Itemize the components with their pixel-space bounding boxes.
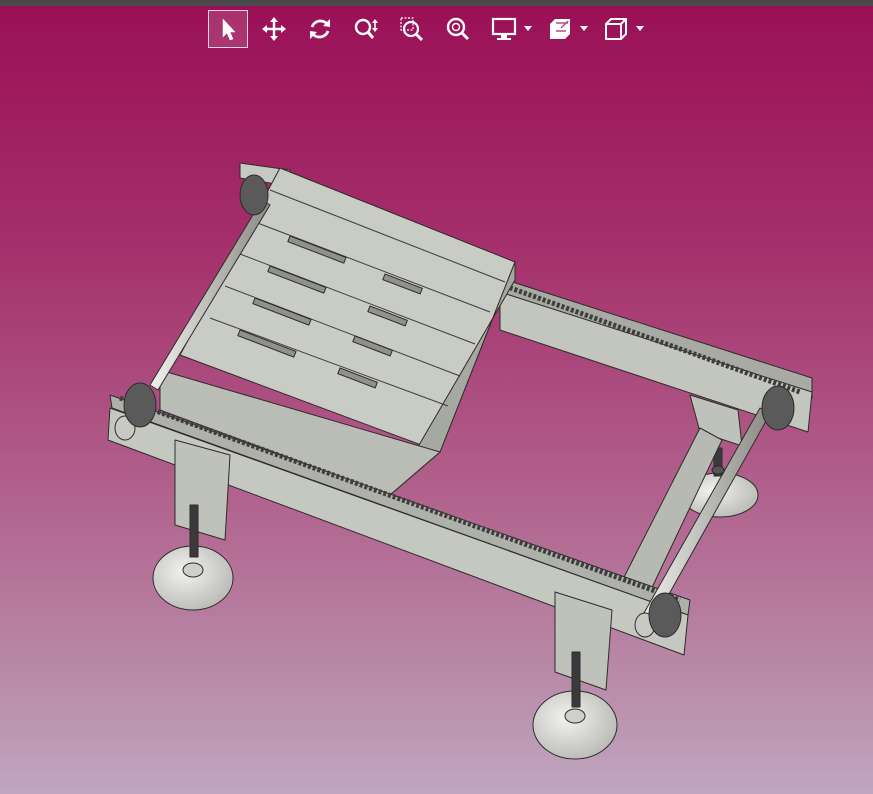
front-left-leg — [152, 439, 234, 611]
select-tool-button[interactable] — [208, 10, 248, 48]
zoom-fit-button[interactable] — [438, 10, 478, 48]
front-left-sprocket — [123, 382, 157, 428]
3d-viewport[interactable] — [0, 50, 873, 794]
chevron-down-icon — [580, 26, 588, 31]
view-orientation-button[interactable] — [596, 10, 636, 48]
zoom-window-icon — [400, 17, 424, 42]
display-mode-button[interactable] — [484, 10, 524, 48]
pan-move-icon — [262, 17, 286, 41]
view-toolbar — [208, 10, 646, 48]
rotate-tool-button[interactable] — [300, 10, 340, 48]
back-right-sprocket — [761, 385, 795, 431]
section-view-dropdown[interactable] — [578, 10, 590, 48]
front-right-sprocket — [648, 592, 682, 638]
zoom-tool-button[interactable] — [346, 10, 386, 48]
view-orientation-cube-icon — [605, 18, 627, 40]
chevron-down-icon — [636, 26, 644, 31]
section-view-icon — [550, 19, 570, 39]
select-arrow-icon — [222, 18, 236, 41]
pan-tool-button[interactable] — [254, 10, 294, 48]
conveyor-model[interactable] — [0, 50, 873, 794]
view-orientation-dropdown[interactable] — [634, 10, 646, 48]
chevron-down-icon — [524, 26, 532, 31]
window-top-border — [0, 0, 873, 6]
section-view-button[interactable] — [540, 10, 580, 48]
rotate-icon — [310, 19, 330, 39]
zoom-icon — [354, 18, 378, 39]
front-right-leg — [532, 591, 618, 760]
zoom-window-button[interactable] — [392, 10, 432, 48]
zoom-fit-icon — [446, 17, 470, 41]
display-mode-icon — [491, 17, 517, 40]
display-mode-dropdown[interactable] — [522, 10, 534, 48]
back-left-sprocket — [239, 174, 269, 216]
